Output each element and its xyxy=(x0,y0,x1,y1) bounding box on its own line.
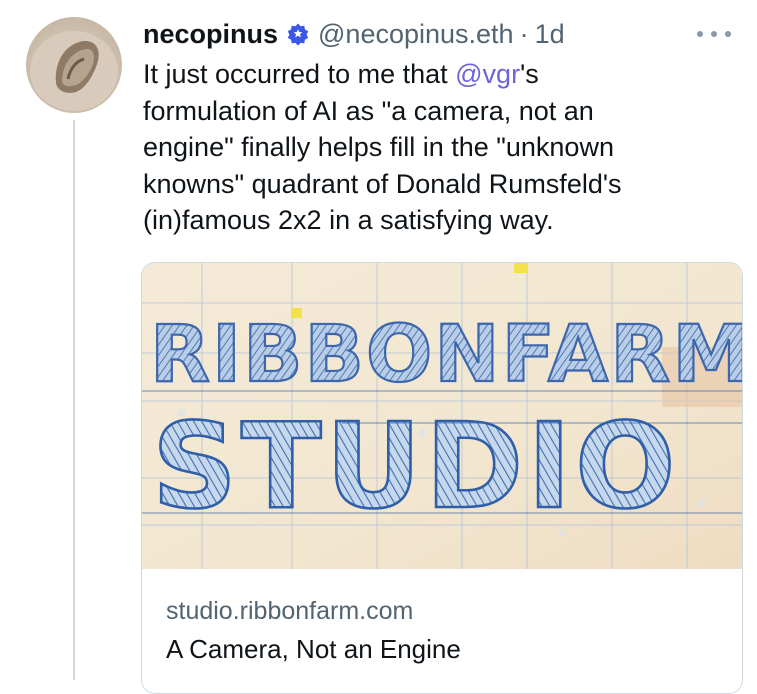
more-options-icon[interactable] xyxy=(697,28,731,40)
card-image[interactable]: RIBBONFARM STUDIO xyxy=(142,263,742,569)
timestamp[interactable]: 1d xyxy=(535,19,565,50)
tweet-header: necopinus @necopinus.eth · 1d xyxy=(143,14,565,54)
card-domain[interactable]: studio.ribbonfarm.com xyxy=(166,597,413,626)
separator-dot: · xyxy=(519,18,529,49)
ribbonfarm-studio-logo: RIBBONFARM STUDIO xyxy=(142,263,742,569)
card-image-title-1: RIBBONFARM xyxy=(150,310,742,400)
card-image-title-2: STUDIO xyxy=(152,397,679,535)
avatar-image xyxy=(30,31,118,111)
display-name[interactable]: necopinus xyxy=(143,19,278,50)
mention-link[interactable]: @vgr xyxy=(455,59,520,89)
verified-badge-icon xyxy=(286,22,310,46)
tweet-text-before: It just occurred to me that xyxy=(143,59,456,89)
avatar[interactable] xyxy=(26,17,122,113)
thread-line xyxy=(73,120,75,680)
link-card[interactable]: RIBBONFARM STUDIO studio.ribbonfarm.com … xyxy=(141,262,743,694)
tweet-text: It just occurred to me that @vgr's formu… xyxy=(143,56,703,239)
card-title[interactable]: A Camera, Not an Engine xyxy=(166,634,461,665)
user-handle[interactable]: @necopinus.eth xyxy=(318,19,514,50)
